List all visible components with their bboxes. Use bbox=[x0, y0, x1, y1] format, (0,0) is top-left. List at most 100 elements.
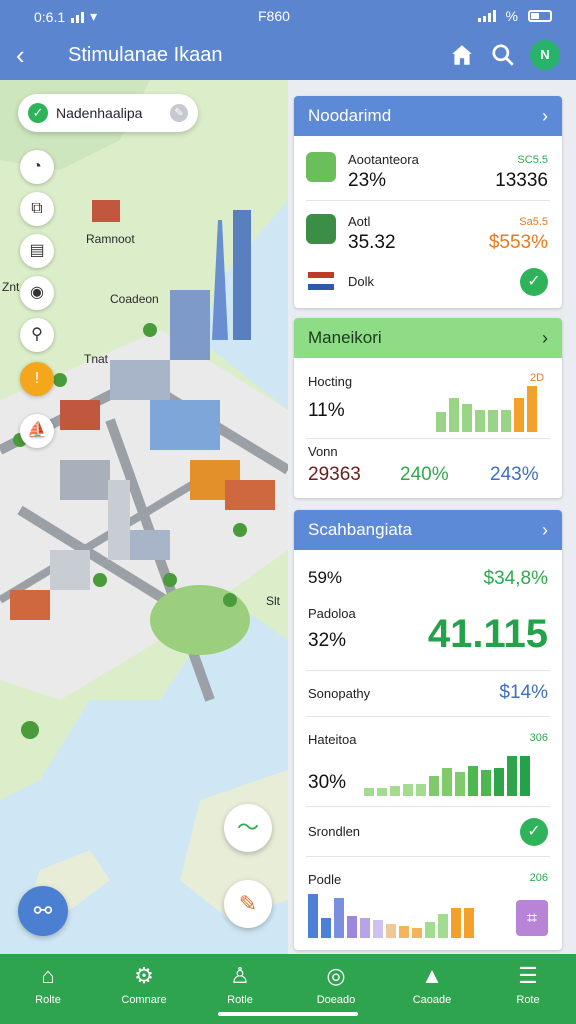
metric-bar-chart bbox=[436, 386, 537, 432]
nav-item-rolte[interactable]: ⌂ Rolte bbox=[0, 954, 96, 1024]
stat-value: 30% bbox=[308, 772, 347, 793]
temple-icon bbox=[306, 152, 336, 182]
row-right-value: 13336 bbox=[495, 170, 548, 191]
nav-label: Caoade bbox=[412, 994, 452, 1006]
check-icon: ✓ bbox=[28, 103, 48, 123]
metrics-card-title: Maneikori bbox=[308, 328, 382, 347]
map-label-ramnoot: Ramnoot bbox=[86, 232, 135, 246]
nav-label: Doeado bbox=[316, 994, 356, 1006]
status-center-text: F860 bbox=[258, 8, 290, 24]
data-icon: % bbox=[505, 8, 518, 24]
row-right-value: $553% bbox=[488, 232, 548, 253]
camera-tool-icon[interactable]: ◉ bbox=[20, 276, 54, 310]
row-value: 35.32 bbox=[348, 232, 396, 253]
menu-icon: ☰ bbox=[518, 963, 538, 988]
divider bbox=[306, 806, 550, 807]
grid-app-icon[interactable]: ⌗ bbox=[516, 900, 548, 936]
stat-bar-chart bbox=[364, 750, 530, 796]
stat-tag: 306 bbox=[529, 732, 548, 744]
avatar[interactable]: N bbox=[530, 40, 560, 70]
statistics-card-header[interactable]: Scahbangiata › bbox=[294, 510, 562, 550]
summary-card-header[interactable]: Noodarimd › bbox=[294, 96, 562, 136]
stat-label: Hateitoa bbox=[308, 732, 357, 747]
home-icon[interactable] bbox=[449, 42, 475, 68]
metric-label: Hocting bbox=[308, 374, 353, 389]
map-label-coadeon: Coadeon bbox=[110, 292, 159, 306]
trend-fab-icon[interactable]: 〜 bbox=[224, 804, 272, 852]
nav-label: Rotle bbox=[227, 994, 253, 1006]
nav-item-caoade[interactable]: ▲ Caoade bbox=[384, 954, 480, 1024]
back-arrow-icon[interactable]: ‹ bbox=[16, 42, 44, 70]
map-label-tnat: Tnat bbox=[84, 352, 109, 366]
stat-value: 59% bbox=[308, 568, 343, 587]
nav-label: Comnare bbox=[121, 994, 167, 1006]
chevron-right-icon[interactable]: › bbox=[542, 328, 548, 349]
statistics-card: Scahbangiata › 59% $34,8% Padoloa 32% 41… bbox=[294, 510, 562, 950]
nav-label: Rote bbox=[516, 994, 540, 1006]
chevron-right-icon[interactable]: › bbox=[542, 106, 548, 127]
glasses-fab-icon[interactable]: ⚯ bbox=[18, 886, 68, 936]
edit-icon[interactable]: ✎ bbox=[170, 104, 188, 122]
city-map[interactable]: ✓ Nadenhaalipa ✎ ◔ ⧉ ▤ ◉ ⚲ ! ⛵ Ramnoot C… bbox=[0, 80, 288, 954]
summary-card-title: Noodarimd bbox=[308, 106, 392, 125]
nav-label: Rolte bbox=[35, 994, 61, 1006]
list-item[interactable]: Aotl 35.32 Sa5.5 $553% bbox=[294, 208, 562, 262]
stat-tag: 206 bbox=[529, 872, 548, 884]
divider bbox=[306, 200, 550, 201]
document-tool-icon[interactable]: ▤ bbox=[20, 234, 54, 268]
timer-tool-icon[interactable]: ◔ bbox=[20, 150, 54, 184]
summary-card: Noodarimd › Aootanteora 23% SC5.5 13336 … bbox=[294, 96, 562, 308]
search-icon[interactable] bbox=[490, 42, 516, 68]
row-tag: SC5.5 bbox=[517, 154, 548, 166]
page-title: Stimulanae Ikaan bbox=[68, 44, 223, 66]
status-bar: 0:6.1 ▾ F860 % bbox=[0, 0, 576, 32]
nav-item-comnare[interactable]: ⚙ Comnare bbox=[96, 954, 192, 1024]
metric-tag: 2D bbox=[530, 372, 545, 384]
list-item[interactable]: Dolk ✓ bbox=[294, 264, 562, 304]
map-chip-label: Nadenhaalipa bbox=[56, 105, 143, 121]
divider bbox=[306, 716, 550, 717]
metrics-card: Maneikori › Hocting 11% 2D Vonn 29363 24… bbox=[294, 318, 562, 498]
cell-signal-icon bbox=[477, 10, 496, 22]
list-item[interactable]: Aootanteora 23% SC5.5 13336 bbox=[294, 146, 562, 200]
stat-right-value: $34,8% bbox=[483, 568, 548, 589]
row-name: Aotl bbox=[348, 214, 371, 229]
mountain-icon: ▲ bbox=[421, 963, 443, 988]
row-value: 23% bbox=[348, 170, 387, 191]
app-bar: ‹ Stimulanae Ikaan N bbox=[0, 32, 576, 80]
pin-tool-icon[interactable]: ⚲ bbox=[20, 318, 54, 352]
alert-tool-icon[interactable]: ! bbox=[20, 362, 54, 396]
wifi-icon: ▾ bbox=[90, 8, 98, 24]
chevron-right-icon[interactable]: › bbox=[542, 520, 548, 541]
gesture-handle[interactable] bbox=[218, 1012, 358, 1016]
settings-gear-icon: ⚙ bbox=[134, 963, 154, 988]
stat-label: Sonopathy bbox=[308, 686, 371, 701]
draw-fab-icon[interactable]: ✎ bbox=[224, 880, 272, 928]
metric-value: 11% bbox=[308, 400, 345, 421]
tree-icon bbox=[306, 214, 336, 244]
row-name: Aootanteora bbox=[348, 152, 419, 167]
row-name: Dolk bbox=[348, 274, 375, 289]
check-icon[interactable]: ✓ bbox=[520, 268, 548, 296]
metric-label: Vonn bbox=[308, 444, 338, 459]
boat-tool-icon[interactable]: ⛵ bbox=[20, 414, 54, 448]
stat-right-value: $14% bbox=[499, 682, 548, 703]
nav-item-rote[interactable]: ☰ Rote bbox=[480, 954, 576, 1024]
battery-icon bbox=[528, 10, 552, 22]
row-tag: Sa5.5 bbox=[519, 216, 548, 228]
map-label-edge-left: Znt bbox=[2, 280, 20, 294]
person-icon: ♙ bbox=[230, 963, 250, 988]
stat-color-bar-chart bbox=[308, 892, 474, 938]
layers-tool-icon[interactable]: ⧉ bbox=[20, 192, 54, 226]
stat-label: Padoloa bbox=[308, 606, 356, 621]
stat-value: 32% bbox=[308, 630, 347, 651]
metric-percent: 240% bbox=[400, 464, 449, 485]
metrics-card-header[interactable]: Maneikori › bbox=[294, 318, 562, 358]
divider bbox=[306, 670, 550, 671]
home-icon: ⌂ bbox=[41, 963, 55, 988]
signal-icon bbox=[71, 11, 85, 23]
check-icon[interactable]: ✓ bbox=[520, 818, 548, 846]
flag-icon bbox=[308, 272, 334, 290]
divider bbox=[306, 438, 550, 439]
map-location-chip[interactable]: ✓ Nadenhaalipa ✎ bbox=[18, 94, 198, 132]
